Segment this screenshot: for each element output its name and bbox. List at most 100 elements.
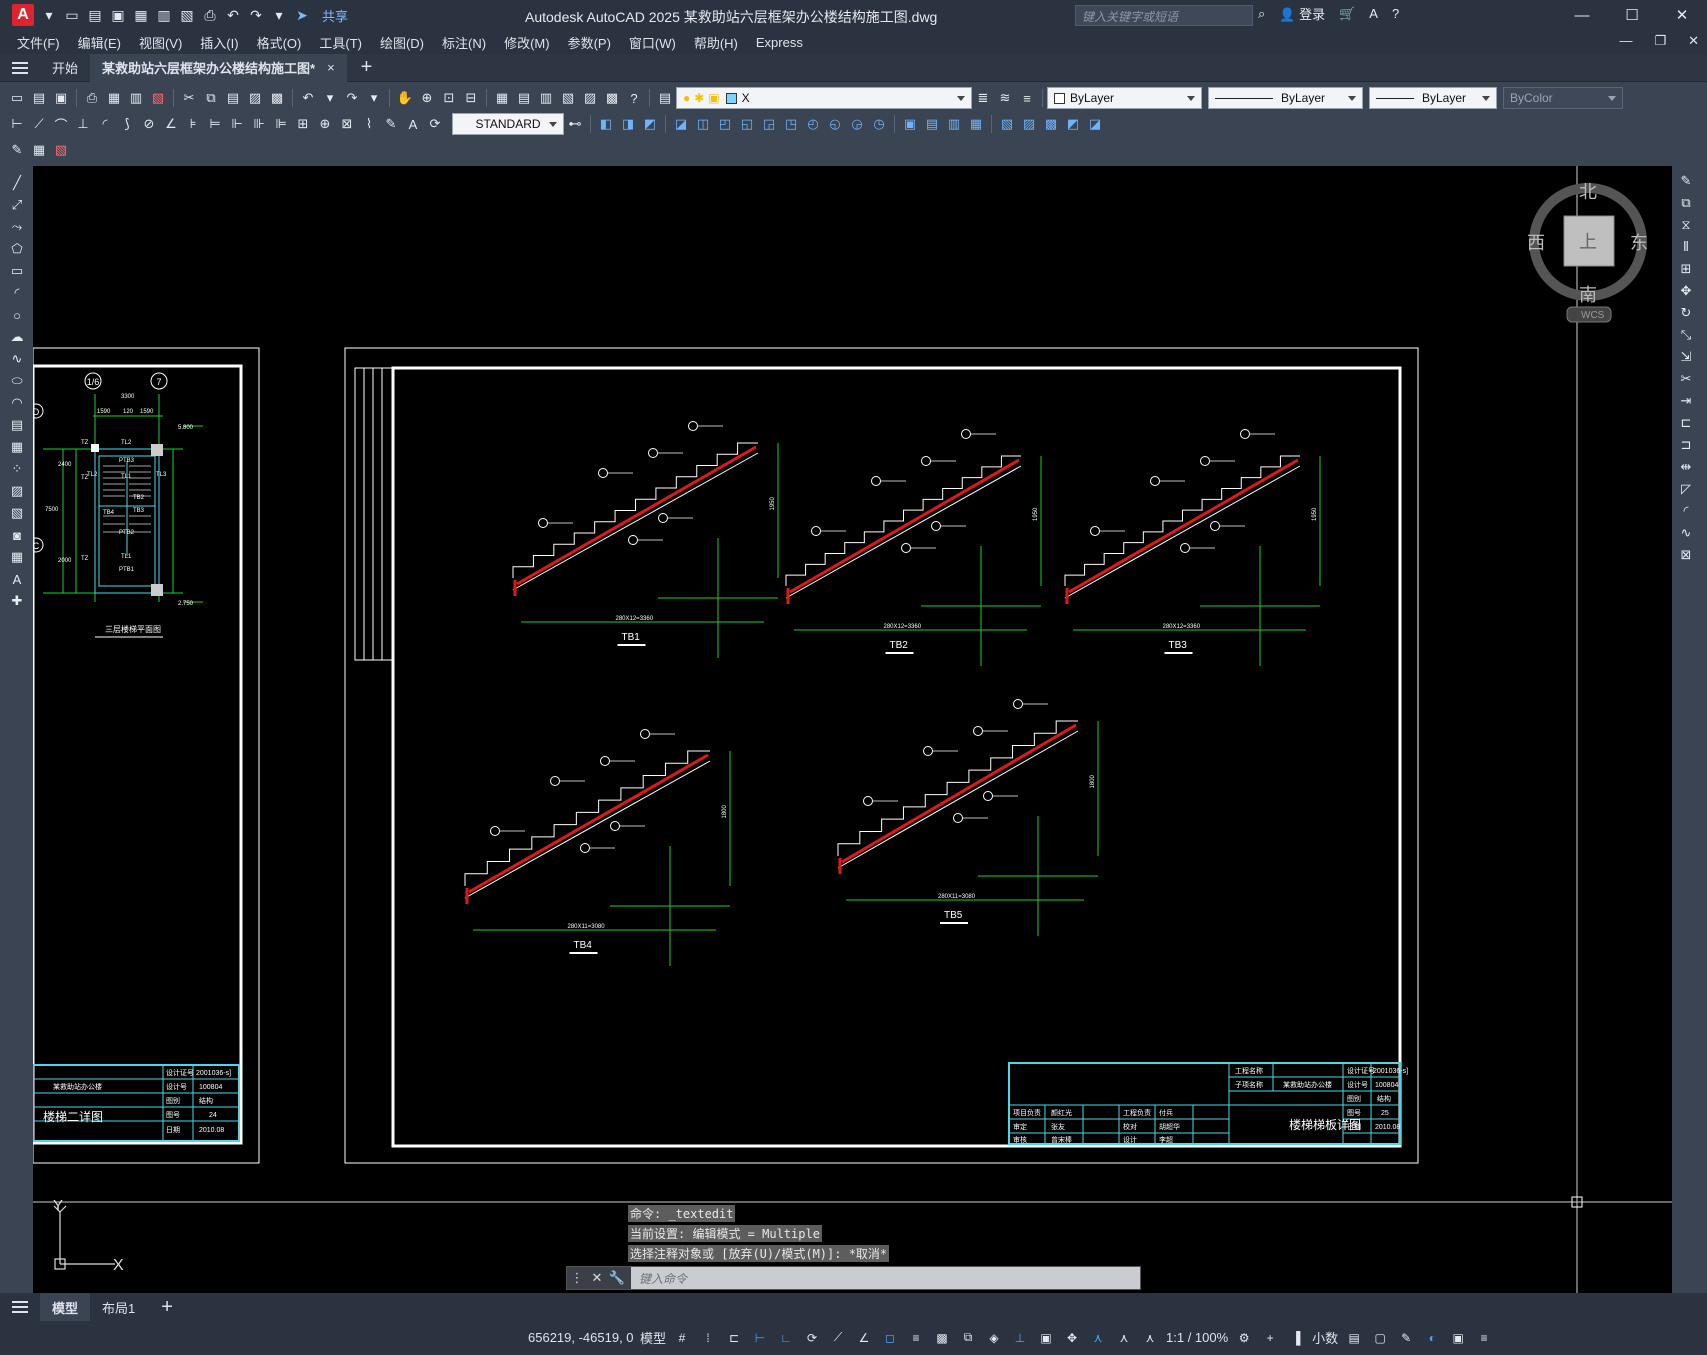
command-input[interactable]: 键入命令 [631, 1267, 1140, 1289]
menu-tools[interactable]: 工具(T) [319, 33, 362, 52]
coordinate-readout[interactable]: 656219, -46519, 0 [528, 1330, 634, 1345]
inspect-icon[interactable]: ⊠ [337, 114, 357, 134]
ellipse-icon[interactable]: ⬭ [8, 372, 26, 390]
layer-dropdown[interactable]: ● ✱ ▣ X [676, 87, 972, 109]
object-snap-icon[interactable]: ◻ [881, 1329, 899, 1347]
menu-format[interactable]: 格式(O) [257, 33, 302, 52]
slice-icon[interactable]: ◶ [847, 114, 867, 134]
separate-icon[interactable]: ▥ [944, 114, 964, 134]
menu-modify[interactable]: 修改(M) [504, 33, 550, 52]
menu-help[interactable]: 帮助(H) [694, 33, 738, 52]
menu-edit[interactable]: 编辑(E) [78, 33, 121, 52]
close-command-icon[interactable]: ✕ [587, 1270, 607, 1286]
lock-icon[interactable]: ▣ [708, 91, 719, 105]
paste-icon[interactable]: ▤ [223, 88, 243, 108]
union-icon[interactable]: ◲ [759, 114, 779, 134]
ellipse-arc-icon[interactable]: ◠ [8, 394, 26, 412]
dropdown-arrow-icon[interactable]: ▾ [40, 6, 58, 24]
annotation-scale-icon[interactable]: ⋏ [1141, 1329, 1159, 1347]
tab-layout1[interactable]: 布局1 [90, 1293, 147, 1321]
properties-icon[interactable]: ▦ [492, 88, 512, 108]
dim-radius-icon[interactable]: ◜ [95, 114, 115, 134]
maximize-icon[interactable]: ☐ [1607, 0, 1657, 30]
tab-start[interactable]: 开始 [40, 54, 90, 82]
undo-dropdown-icon[interactable]: ▾ [320, 88, 340, 108]
revolve-icon[interactable]: ◫ [693, 114, 713, 134]
customize-icon[interactable]: ▾ [270, 6, 288, 24]
copy-icon[interactable]: ⧉ [201, 88, 221, 108]
toolpalettes-icon[interactable]: ▥ [536, 88, 556, 108]
shell-icon[interactable]: ▣ [900, 114, 920, 134]
copy-object-icon[interactable]: ⧉ [1677, 194, 1695, 212]
dim-angular-icon[interactable]: ∠ [161, 114, 181, 134]
clean-icon[interactable]: ▦ [966, 114, 986, 134]
open-folder-icon[interactable]: ▤ [86, 6, 104, 24]
dim-continue-icon[interactable]: ⊩ [227, 114, 247, 134]
share-icon[interactable]: ➤ [293, 6, 311, 24]
sheetset-icon[interactable]: ▧ [558, 88, 578, 108]
drawing-canvas[interactable]: 1/6 7 D C 3300 1590 120 1590 7500 2400 2… [33, 166, 1672, 1293]
layer-previous-icon[interactable]: ≋ [995, 88, 1015, 108]
find-text-icon[interactable]: ▦ [29, 140, 49, 160]
stretch-icon[interactable]: ⇲ [1677, 348, 1695, 366]
units-value[interactable]: 小数 [1312, 1328, 1338, 1347]
quickdim-icon[interactable]: ⊧ [183, 114, 203, 134]
redo-icon[interactable]: ↷ [342, 88, 362, 108]
dimedit-icon[interactable]: ✎ [381, 114, 401, 134]
add-selected-icon[interactable]: ✚ [8, 592, 26, 610]
dim-break-icon[interactable]: ⊫ [271, 114, 291, 134]
cart-icon[interactable]: 🛒 [1339, 6, 1355, 22]
lock-ui-icon[interactable]: ▢ [1371, 1329, 1389, 1347]
autodesk-icon[interactable]: A [1369, 6, 1378, 21]
loft-icon[interactable]: ◱ [737, 114, 757, 134]
dim-diameter-icon[interactable]: ⊘ [139, 114, 159, 134]
layout-menu-icon[interactable] [0, 1301, 40, 1313]
redo-icon[interactable]: ↷ [247, 6, 265, 24]
dim-linear-icon[interactable]: ⊢ [7, 114, 27, 134]
login-label[interactable]: 登录 [1299, 7, 1325, 22]
tab-drawing[interactable]: 某救助站六层框架办公楼结构施工图* × [90, 53, 347, 82]
tab-close-icon[interactable]: × [327, 60, 335, 75]
markup-icon[interactable]: ▨ [580, 88, 600, 108]
user-icon[interactable]: 👤 登录 [1279, 4, 1325, 23]
copy-face-icon[interactable]: ◩ [1063, 114, 1083, 134]
mtext-icon[interactable]: A [8, 570, 26, 588]
insert-block-icon[interactable]: ▤ [8, 416, 26, 434]
presspull-icon[interactable]: ◵ [825, 114, 845, 134]
transparency-icon[interactable]: ▩ [933, 1329, 951, 1347]
annotation-visibility-icon[interactable]: ⋏ [1089, 1329, 1107, 1347]
matchprop-icon[interactable]: ▨ [245, 88, 265, 108]
solid-box-icon[interactable]: ◧ [596, 114, 616, 134]
scale-text-icon[interactable]: ▧ [51, 140, 71, 160]
dim-aligned-icon[interactable]: ⟋ [29, 114, 49, 134]
circle-icon[interactable]: ○ [8, 306, 26, 324]
hamburger-icon[interactable] [0, 61, 40, 74]
layer-manager-icon[interactable]: ▤ [655, 88, 675, 108]
gradient-icon[interactable]: ▧ [8, 504, 26, 522]
dynamic-input-icon[interactable]: ⊢ [751, 1329, 769, 1347]
cut-icon[interactable]: ✂ [179, 88, 199, 108]
table-icon[interactable]: ▦ [8, 548, 26, 566]
scale-icon[interactable]: ⤡ [1677, 326, 1695, 344]
sun-icon[interactable]: ✱ [694, 91, 704, 105]
erase-icon[interactable]: ✎ [1677, 172, 1695, 190]
plot-icon[interactable]: ⎙ [82, 88, 102, 108]
wcs-label[interactable]: WCS [1581, 310, 1605, 321]
lightbulb-icon[interactable]: ● [683, 91, 690, 105]
menu-draw[interactable]: 绘图(D) [380, 33, 424, 52]
snap-icon[interactable]: ⁞ [699, 1329, 717, 1347]
center-mark-icon[interactable]: ⊕ [315, 114, 335, 134]
extend-icon[interactable]: ⇥ [1677, 392, 1695, 410]
units-icon[interactable]: ▐ [1287, 1329, 1305, 1347]
zoom-previous-icon[interactable]: ⊟ [461, 88, 481, 108]
arc-icon[interactable]: ◜ [8, 284, 26, 302]
array-icon[interactable]: ⊞ [1677, 260, 1695, 278]
dim-arc-icon[interactable]: ⌒ [51, 114, 71, 134]
save-icon[interactable]: ▣ [109, 6, 127, 24]
plotstyle-dropdown[interactable]: ByColor [1503, 87, 1623, 109]
ortho-icon[interactable]: ∟ [777, 1329, 795, 1347]
selection-filter-icon[interactable]: ▣ [1037, 1329, 1055, 1347]
doc-close-icon[interactable]: ✕ [1688, 33, 1699, 49]
revcloud-icon[interactable]: ☁ [8, 328, 26, 346]
undo-icon[interactable]: ↶ [298, 88, 318, 108]
